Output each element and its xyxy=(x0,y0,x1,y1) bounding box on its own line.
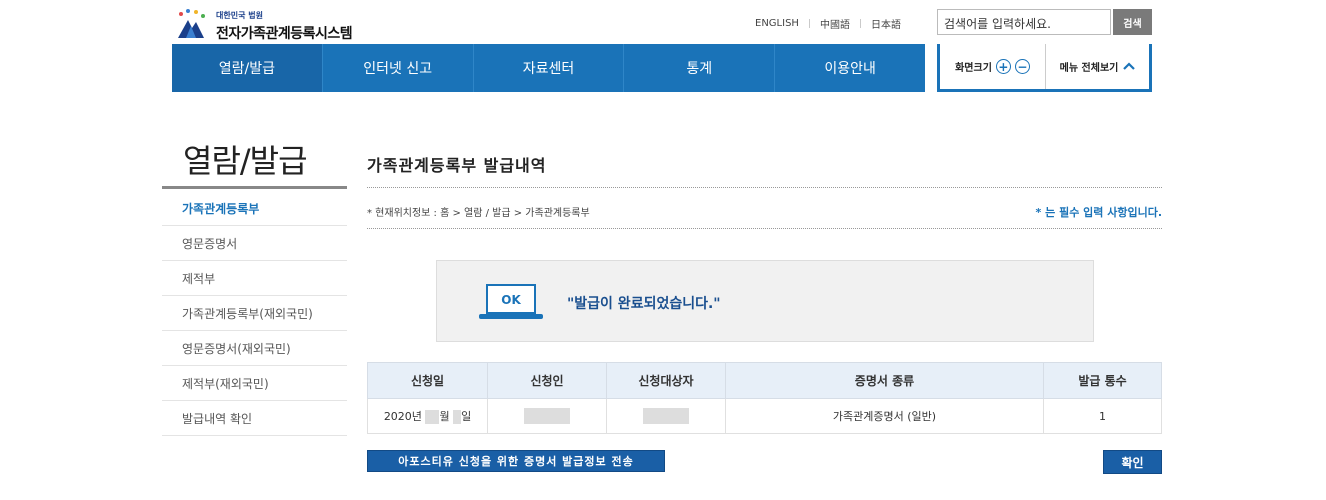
issue-history-table: 신청일 신청인 신청대상자 증명서 종류 발급 통수 2020년 월 일 가족관… xyxy=(367,362,1162,434)
divider xyxy=(367,228,1162,229)
cell-date: 2020년 월 일 xyxy=(367,398,488,434)
nav-item-internet-report[interactable]: 인터넷 신고 xyxy=(323,44,474,92)
sidebar-title: 열람/발급 xyxy=(183,142,308,180)
sidebar-item-family-register[interactable]: 가족관계등록부 xyxy=(162,191,347,226)
column-header-applicant: 신청인 xyxy=(487,362,607,399)
nav-item-statistics[interactable]: 통계 xyxy=(624,44,776,92)
cell-count: 1 xyxy=(1043,398,1162,434)
apostille-send-button[interactable]: 아포스티유 신청을 위한 증명서 발급정보 전송 xyxy=(367,450,665,472)
completion-message: "발급이 완료되었습니다." xyxy=(567,296,721,312)
menu-all-button[interactable]: 메뉴 전체보기 xyxy=(1046,44,1149,89)
table-header-row: 신청일 신청인 신청대상자 증명서 종류 발급 통수 xyxy=(367,362,1162,399)
divider xyxy=(367,187,1162,188)
logo-subtitle: 대한민국 법원 xyxy=(216,11,263,20)
sidebar-divider xyxy=(162,186,347,189)
cell-cert-type: 가족관계증명서 (일반) xyxy=(725,398,1044,434)
sidebar-item-family-register-overseas[interactable]: 가족관계등록부(재외국민) xyxy=(162,296,347,331)
column-header-target: 신청대상자 xyxy=(606,362,726,399)
court-emblem-icon xyxy=(178,9,205,38)
lang-divider: | xyxy=(858,18,863,29)
masked-value xyxy=(643,408,689,424)
nav-item-view-issue[interactable]: 열람/발급 xyxy=(172,44,323,92)
cell-target xyxy=(606,398,726,434)
lang-japanese-link[interactable]: 日本語 xyxy=(871,16,901,31)
completion-message-box: OK "발급이 완료되었습니다." xyxy=(436,260,1094,342)
utility-box: 화면크기 + − 메뉴 전체보기 xyxy=(937,44,1152,92)
required-note: * 는 필수 입력 사항입니다. xyxy=(1035,206,1162,219)
search-input[interactable]: 검색어를 입력하세요. xyxy=(937,9,1111,35)
main-nav: 열람/발급 인터넷 신고 자료센터 통계 이용안내 xyxy=(172,44,925,92)
language-links: ENGLISH | 中國語 | 日本語 xyxy=(755,16,901,31)
masked-value xyxy=(524,408,570,424)
zoom-label: 화면크기 xyxy=(955,63,992,74)
sidebar-item-issue-history[interactable]: 발급내역 확인 xyxy=(162,401,347,436)
search-button[interactable]: 검색 xyxy=(1113,9,1152,35)
sidebar-item-english-cert-overseas[interactable]: 영문증명서(재외국민) xyxy=(162,331,347,366)
lang-english-link[interactable]: ENGLISH xyxy=(755,18,799,29)
sidebar-item-removed-register[interactable]: 제적부 xyxy=(162,261,347,296)
date-month: 월 xyxy=(439,410,450,423)
zoom-in-icon[interactable]: + xyxy=(995,59,1011,74)
date-day: 일 xyxy=(461,410,472,423)
masked-value xyxy=(425,410,440,424)
chevron-up-icon xyxy=(1123,60,1136,74)
nav-item-resources[interactable]: 자료센터 xyxy=(474,44,625,92)
table-row: 2020년 월 일 가족관계증명서 (일반) 1 xyxy=(367,398,1162,434)
lang-chinese-link[interactable]: 中國語 xyxy=(820,16,850,31)
zoom-control: 화면크기 + − xyxy=(940,44,1046,89)
menu-all-label: 메뉴 전체보기 xyxy=(1059,63,1119,74)
masked-value xyxy=(453,410,462,424)
logo-title: 전자가족관계등록시스템 xyxy=(216,26,353,42)
column-header-cert-type: 증명서 종류 xyxy=(725,362,1044,399)
sidebar-menu: 가족관계등록부 영문증명서 제적부 가족관계등록부(재외국민) 영문증명서(재외… xyxy=(162,191,347,436)
site-logo[interactable]: 대한민국 법원 전자가족관계등록시스템 xyxy=(172,6,372,44)
column-header-count: 발급 통수 xyxy=(1043,362,1162,399)
cell-applicant xyxy=(487,398,607,434)
page-title: 가족관계등록부 발급내역 xyxy=(367,156,547,175)
sidebar-item-english-cert[interactable]: 영문증명서 xyxy=(162,226,347,261)
lang-divider: | xyxy=(807,18,811,29)
date-year: 2020년 xyxy=(383,410,422,423)
confirm-button[interactable]: 확인 xyxy=(1103,450,1162,474)
nav-item-guide[interactable]: 이용안내 xyxy=(775,44,925,92)
zoom-out-icon[interactable]: − xyxy=(1014,59,1030,74)
column-header-date: 신청일 xyxy=(367,362,488,399)
breadcrumb: * 현재위치정보 : 홈 > 열람 / 발급 > 가족관계등록부 xyxy=(367,208,590,219)
ok-laptop-icon: OK xyxy=(479,284,543,319)
sidebar-item-removed-register-overseas[interactable]: 제적부(재외국민) xyxy=(162,366,347,401)
ok-label: OK xyxy=(501,293,521,307)
